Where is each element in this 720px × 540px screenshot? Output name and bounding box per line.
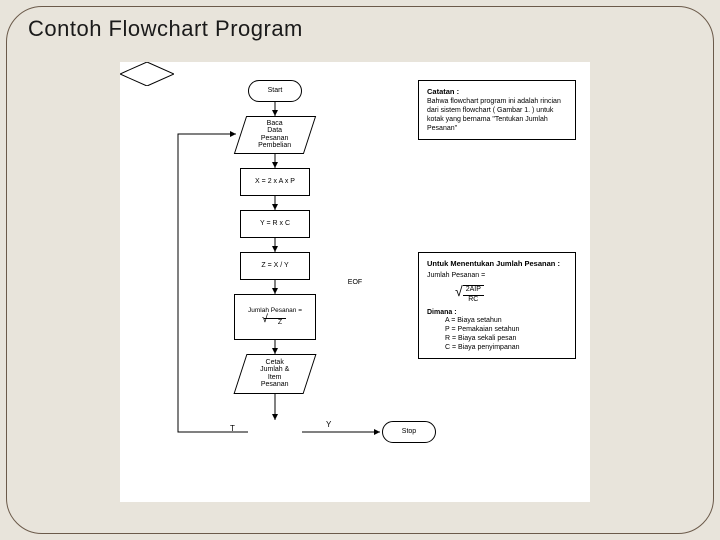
stop-label: Stop: [402, 428, 416, 436]
note1-body: Bahwa flowchart program ini adalah rinci…: [427, 98, 567, 133]
frac-den: RC: [465, 296, 481, 305]
note2-dimana: Dimana :: [427, 309, 567, 318]
note2-formula: √ 2AIP RC: [455, 285, 567, 305]
note2-title: Untuk Menentukan Jumlah Pesanan :: [427, 259, 567, 268]
edge-label-t: T: [230, 424, 235, 433]
note1-title: Catatan :: [427, 87, 567, 96]
edge-label-y: Y: [326, 420, 331, 429]
note2-p: P = Pemakaian setahun: [445, 326, 567, 335]
frac-num: 2AIP: [463, 286, 484, 296]
note2-a: A = Biaya setahun: [445, 317, 567, 326]
flowchart-canvas: Start Baca Data Pesanan Pembelian X = 2 …: [120, 62, 590, 502]
note-catatan: Catatan : Bahwa flowchart program ini ad…: [418, 80, 576, 140]
note-formula: Untuk Menentukan Jumlah Pesanan : Jumlah…: [418, 252, 576, 359]
page-title: Contoh Flowchart Program: [28, 16, 303, 42]
decision-eof: EOF: [120, 62, 174, 86]
note2-c: C = Biaya penyimpanan: [445, 344, 567, 353]
note2-r: R = Biaya sekali pesan: [445, 335, 567, 344]
note2-jp: Jumlah Pesanan =: [427, 272, 567, 281]
terminator-stop: Stop: [382, 421, 436, 443]
